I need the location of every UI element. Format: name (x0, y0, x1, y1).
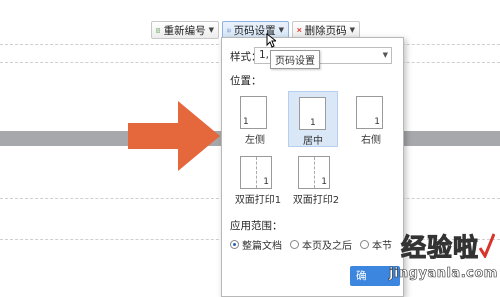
chevron-down-icon: ▼ (349, 26, 355, 34)
position-option-center[interactable]: 1 居中 (288, 91, 338, 147)
position-caption-duplex-2: 双面打印2 (292, 195, 340, 206)
watermark: 经验啦 jingyanla.com (383, 226, 498, 288)
scope-option-label: 本页及之后 (302, 241, 352, 252)
position-caption-left: 左侧 (245, 135, 265, 146)
page-number-preview: 1 (321, 177, 327, 187)
page-number-preview: 1 (374, 117, 380, 127)
watermark-url: jingyanla.com (389, 266, 498, 282)
page-number-settings-panel: 样式： 1, 2 ▼ 位置： 1 左侧 1 居中 1 右侧 1 双面打印1 1 (221, 37, 404, 297)
chevron-down-icon: ▼ (208, 26, 214, 34)
position-caption-duplex-1: 双面打印1 (234, 195, 282, 206)
page-preview: 1 (240, 96, 267, 129)
scope-whole-document[interactable]: 整篇文档 (230, 237, 282, 252)
scope-this-page-and-after[interactable]: 本页及之后 (290, 237, 352, 252)
position-option-right[interactable]: 1 右侧 (346, 91, 396, 147)
position-option-left[interactable]: 1 左侧 (230, 91, 280, 147)
renumber-label: 重新编号 (163, 24, 206, 37)
scope-label: 应用范围： (230, 220, 283, 232)
position-label: 位置： (230, 75, 262, 87)
radio-icon (360, 240, 369, 249)
scope-options: 整篇文档 本页及之后 本节 (230, 237, 392, 252)
page-preview: 1 (356, 96, 383, 129)
radio-icon (290, 240, 299, 249)
watermark-title: 经验啦 (400, 233, 480, 263)
renumber-button[interactable]: 重新编号 ▼ (151, 21, 219, 39)
tooltip: 页码设置 (270, 50, 320, 69)
page-number-preview: 1 (310, 118, 316, 128)
page-preview: 1 (298, 156, 330, 189)
orange-arrow-icon (128, 101, 220, 171)
page-preview: 1 (299, 97, 326, 130)
page-number-preview: 1 (263, 177, 269, 187)
delete-x-icon (297, 27, 302, 33)
position-caption-center: 居中 (303, 136, 323, 147)
mouse-cursor-icon (266, 33, 276, 48)
page-number-preview: 1 (243, 117, 249, 127)
page-preview: 1 (240, 156, 272, 189)
delete-page-number-label: 删除页码 (304, 24, 347, 37)
position-option-duplex-1[interactable]: 1 双面打印1 (230, 151, 286, 207)
page-settings-icon (227, 28, 231, 32)
checkmark-icon (479, 233, 495, 258)
renumber-icon (156, 27, 160, 33)
chevron-down-icon: ▼ (278, 26, 284, 34)
position-caption-right: 右侧 (361, 135, 381, 146)
chevron-down-icon: ▼ (382, 51, 388, 59)
position-option-duplex-2[interactable]: 1 双面打印2 (288, 151, 344, 207)
scope-option-label: 整篇文档 (242, 241, 282, 252)
radio-icon (230, 240, 239, 249)
